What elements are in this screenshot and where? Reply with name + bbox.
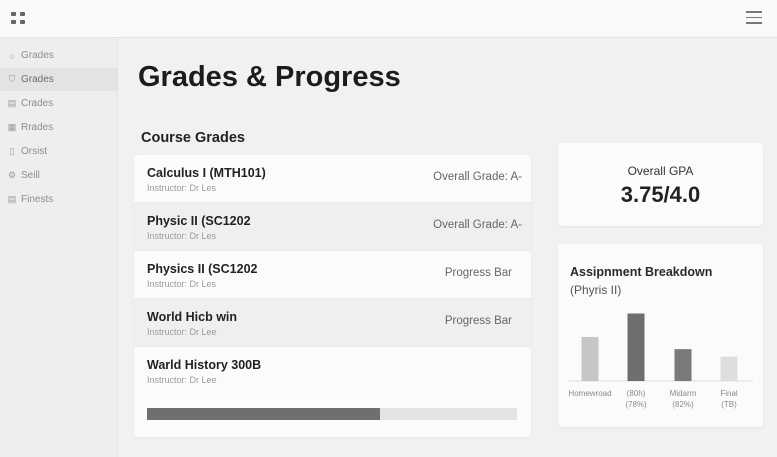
sidebar-item-label: Crades <box>21 98 54 109</box>
table-icon: ▦ <box>7 122 17 132</box>
document-icon: ▯ <box>9 146 15 156</box>
chart-tick-label: Homewroad <box>568 389 611 398</box>
course-name: Physic II (SC1202 <box>147 214 251 228</box>
top-bar <box>0 0 777 38</box>
hamburger-menu-icon[interactable] <box>746 11 762 24</box>
sidebar-item-label: Grades <box>21 50 54 61</box>
course-instructor: Instructor: Dr Les <box>147 231 217 241</box>
sidebar: ○ Grades ⛉ Grades ▤ Crades ▦ Rrades ▯ Or… <box>0 39 118 457</box>
course-row[interactable]: Warld History 300B Instructor: Dr Lee <box>134 347 531 395</box>
sidebar-item-rrades[interactable]: ▦ Rrades <box>0 116 117 139</box>
sidebar-item-label: Orsist <box>21 146 48 157</box>
sidebar-item-label: Seill <box>21 170 40 181</box>
circle-icon: ○ <box>9 50 15 61</box>
chart-tick-label: (78%) <box>625 400 647 409</box>
course-row[interactable]: Calculus I (MTH101) Instructor: Dr Les O… <box>134 155 531 203</box>
chart-bar <box>627 313 645 381</box>
course-instructor: Instructor: Dr Les <box>147 279 217 289</box>
course-instructor: Instructor: Dr Lee <box>147 375 217 385</box>
chart-tick-label: (80h) <box>627 389 646 398</box>
sidebar-item-seill[interactable]: ⚙ Seill <box>0 164 117 187</box>
list-icon: ▤ <box>7 194 17 204</box>
chart-bar <box>581 336 599 381</box>
chart-bar <box>720 356 738 381</box>
assignment-breakdown-card: Assipnment Breakdown (Phyris II) Homewro… <box>558 244 763 427</box>
course-instructor: Instructor: Dr Lee <box>147 327 217 337</box>
course-row[interactable]: Physics II (SC1202 Instructor: Dr Les Pr… <box>134 251 531 299</box>
sidebar-item-grades-active[interactable]: ⛉ Grades <box>0 68 117 91</box>
breakdown-bar-chart: Homewroad (80h) (78%) Midarm (82%) Final (TB) <box>568 313 753 409</box>
progress-fill <box>147 408 381 420</box>
overall-grade: Overall Grade: A- <box>433 171 522 183</box>
shield-icon: ⛉ <box>8 74 16 84</box>
sidebar-item-orsist[interactable]: ▯ Orsist <box>0 140 117 163</box>
sidebar-item-label: Rrades <box>21 122 54 133</box>
progress-bar-label: Progress Bar <box>444 267 512 279</box>
sidebar-item-finests[interactable]: ▤ Finests <box>0 188 117 211</box>
overall-grade: Overall Grade: A- <box>433 219 522 231</box>
chart-tick-label: Midarm <box>670 389 697 398</box>
sidebar-item-label: Finests <box>21 194 54 205</box>
course-name: Calculus I (MTH101) <box>147 166 266 180</box>
course-name: Physics II (SC1202 <box>147 262 258 276</box>
course-name: Warld History 300B <box>147 358 262 372</box>
sidebar-item-crades[interactable]: ▤ Crades <box>0 92 117 115</box>
chart-bar <box>674 349 692 381</box>
course-row[interactable]: Physic II (SC1202 Instructor: Dr Les Ove… <box>134 203 531 251</box>
gpa-card: Overall GPA 3.75/4.0 <box>558 143 763 226</box>
chart-tick-label: (TB) <box>721 400 737 409</box>
calendar-icon: ▤ <box>7 98 17 108</box>
gpa-value: 3.75/4.0 <box>620 182 701 207</box>
course-name: World Hicb win <box>147 310 238 324</box>
course-grades-list: Calculus I (MTH101) Instructor: Dr Les O… <box>134 155 531 437</box>
apps-icon[interactable] <box>11 12 25 24</box>
course-row[interactable]: World Hicb win Instructor: Dr Lee Progre… <box>134 299 531 347</box>
gpa-label: Overall GPA <box>627 164 694 178</box>
course-progress-bar <box>147 408 517 420</box>
page-title: Grades & Progress <box>138 61 401 93</box>
sidebar-item-grades[interactable]: ○ Grades <box>0 44 117 67</box>
progress-bar-label: Progress Bar <box>444 315 512 327</box>
course-instructor: Instructor: Dr Les <box>147 183 217 193</box>
sidebar-item-label: Grades <box>21 74 54 85</box>
section-title: Course Grades <box>141 130 245 146</box>
chart-tick-label: (82%) <box>672 400 694 409</box>
chart-tick-label: Final <box>720 389 738 398</box>
settings-icon: ⚙ <box>7 170 17 180</box>
